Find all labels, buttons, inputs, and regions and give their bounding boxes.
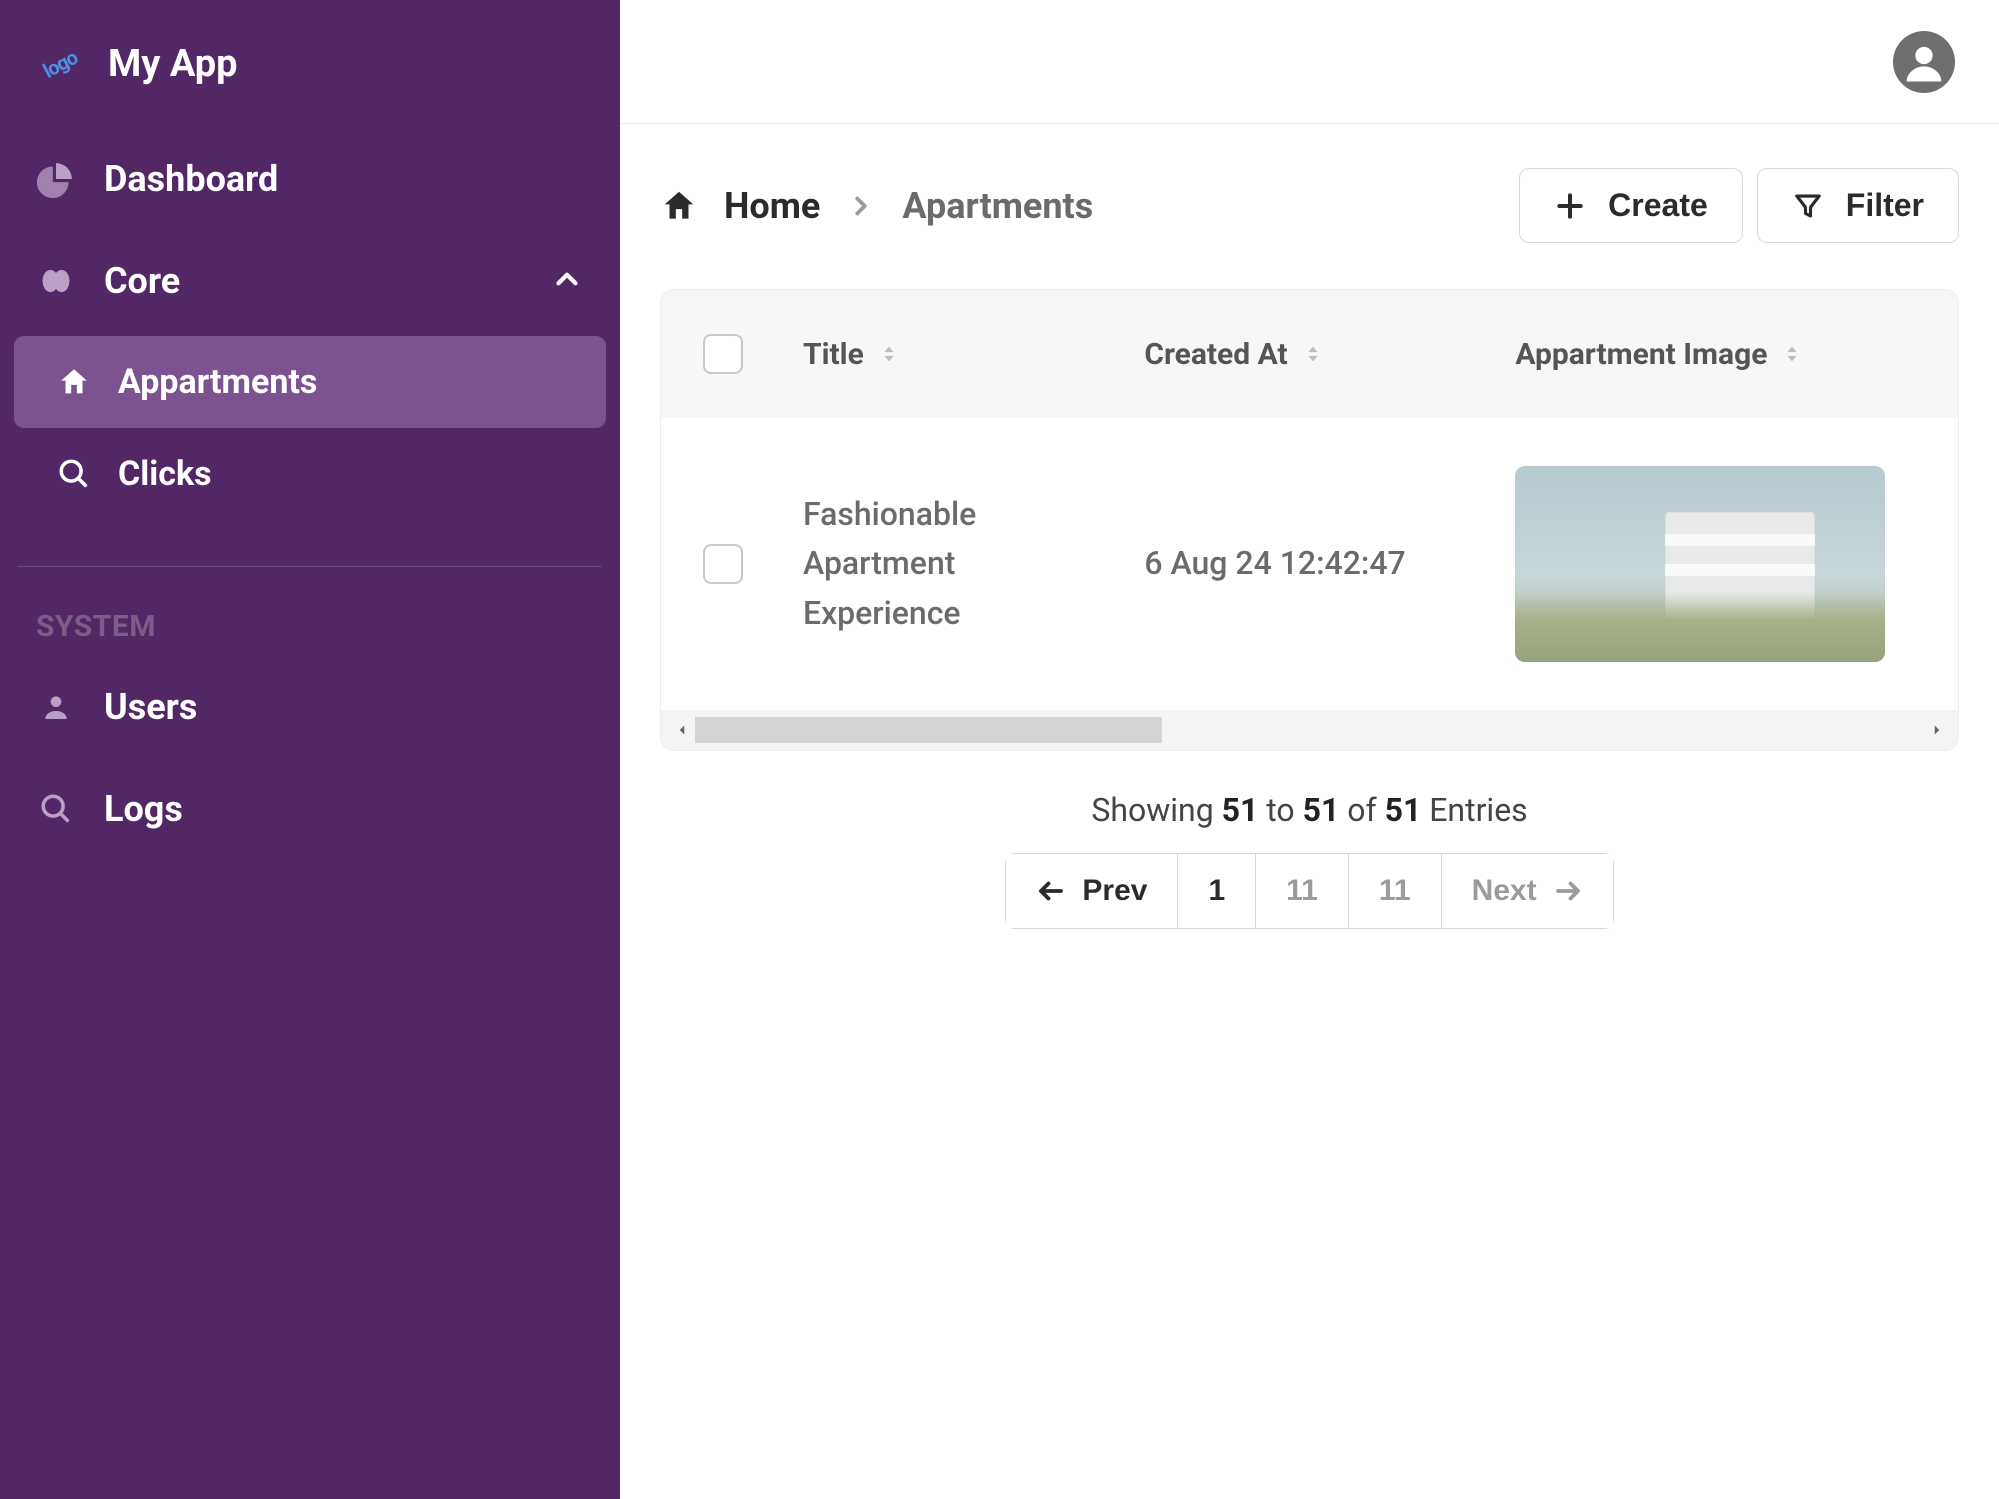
page-number-button[interactable]: 1 <box>1178 853 1256 929</box>
nav-appartments[interactable]: Appartments <box>14 336 606 428</box>
nav-core[interactable]: Core <box>14 230 606 332</box>
nav-clicks[interactable]: Clicks <box>14 428 606 520</box>
row-checkbox[interactable] <box>703 544 743 584</box>
breadcrumb-home[interactable]: Home <box>724 185 820 227</box>
create-button[interactable]: Create <box>1519 168 1743 243</box>
page-number-button[interactable]: 11 <box>1256 853 1349 929</box>
breadcrumb-current: Apartments <box>902 185 1093 227</box>
user-icon <box>36 687 76 727</box>
system-nav: Users Logs <box>0 656 620 860</box>
sidebar: logo My App Dashboard Core Appartments <box>0 0 620 1499</box>
pagination-status: Showing 51 to 51 of 51 Entries <box>660 791 1959 829</box>
caret-left-icon[interactable] <box>669 717 695 743</box>
button-label: Create <box>1608 187 1708 224</box>
nav-label: Appartments <box>118 362 317 402</box>
status-text: Showing <box>1091 791 1213 829</box>
column-header-created-at[interactable]: Created At <box>1144 337 1515 372</box>
nav-core-children: Appartments Clicks <box>14 336 606 520</box>
column-label: Created At <box>1144 337 1287 372</box>
scrollbar-track[interactable] <box>695 717 1924 743</box>
status-text: to <box>1266 791 1294 829</box>
status-start: 51 <box>1222 791 1259 829</box>
column-header-image[interactable]: Appartment Image <box>1515 337 1916 372</box>
button-label: Prev <box>1082 874 1147 908</box>
brain-icon <box>36 261 76 301</box>
nav-dashboard[interactable]: Dashboard <box>14 128 606 230</box>
cell-image-thumbnail[interactable] <box>1515 466 1885 662</box>
sort-icon <box>878 341 900 367</box>
nav-users[interactable]: Users <box>14 656 606 758</box>
home-icon <box>56 364 92 400</box>
button-label: Next <box>1472 874 1537 908</box>
select-all-checkbox[interactable] <box>703 334 743 374</box>
filter-button[interactable]: Filter <box>1757 168 1959 243</box>
horizontal-scrollbar[interactable] <box>661 710 1958 750</box>
app-name: My App <box>108 42 238 86</box>
page-content: Home Apartments Create Filter <box>620 124 1999 973</box>
nav-label: Clicks <box>118 454 212 494</box>
nav-label: Dashboard <box>104 158 584 200</box>
nav-logs[interactable]: Logs <box>14 758 606 860</box>
section-label-system: SYSTEM <box>0 597 620 656</box>
sort-icon <box>1302 341 1324 367</box>
chevron-right-icon <box>846 191 876 221</box>
plus-icon <box>1554 190 1586 222</box>
chevron-up-icon <box>550 262 584 300</box>
sort-icon <box>1781 341 1803 367</box>
scrollbar-thumb[interactable] <box>695 717 1162 743</box>
filter-icon <box>1792 190 1824 222</box>
search-icon <box>36 789 76 829</box>
table-header-row: Title Created At Appartment Image <box>661 290 1958 418</box>
page-number-button[interactable]: 11 <box>1349 853 1442 929</box>
next-page-button[interactable]: Next <box>1442 853 1614 929</box>
home-icon <box>660 187 698 225</box>
breadcrumb: Home Apartments <box>660 185 1093 227</box>
divider <box>18 566 602 567</box>
data-table: Title Created At Appartment Image <box>660 289 1959 751</box>
nav-label: Users <box>104 686 584 728</box>
topbar <box>620 0 1999 124</box>
arrow-left-icon <box>1036 876 1066 906</box>
prev-page-button[interactable]: Prev <box>1005 853 1178 929</box>
pie-chart-icon <box>36 159 76 199</box>
avatar[interactable] <box>1893 31 1955 93</box>
column-label: Title <box>803 337 864 372</box>
status-text: of <box>1347 791 1376 829</box>
status-end: 51 <box>1303 791 1340 829</box>
main-content: Home Apartments Create Filter <box>620 0 1999 1499</box>
nav-label: Logs <box>104 788 584 830</box>
column-header-title[interactable]: Title <box>803 337 1144 372</box>
nav-label: Core <box>104 260 522 302</box>
button-label: Filter <box>1846 187 1924 224</box>
app-logo: logo <box>28 32 93 97</box>
column-label: Appartment Image <box>1515 337 1767 372</box>
primary-nav: Dashboard Core Appartments Clicks <box>0 128 620 520</box>
status-total: 51 <box>1385 791 1422 829</box>
cell-title: Fashionable Apartment Experience <box>803 490 1063 639</box>
sidebar-header: logo My App <box>0 0 620 128</box>
page-actions: Create Filter <box>1519 168 1959 243</box>
caret-right-icon[interactable] <box>1924 717 1950 743</box>
table-row[interactable]: Fashionable Apartment Experience 6 Aug 2… <box>661 418 1958 710</box>
page-header: Home Apartments Create Filter <box>660 168 1959 243</box>
arrow-right-icon <box>1553 876 1583 906</box>
cell-created-at: 6 Aug 24 12:42:47 <box>1144 539 1405 589</box>
pagination: Prev 1 11 11 Next <box>660 853 1959 929</box>
search-icon <box>56 456 92 492</box>
status-text: Entries <box>1429 791 1527 829</box>
